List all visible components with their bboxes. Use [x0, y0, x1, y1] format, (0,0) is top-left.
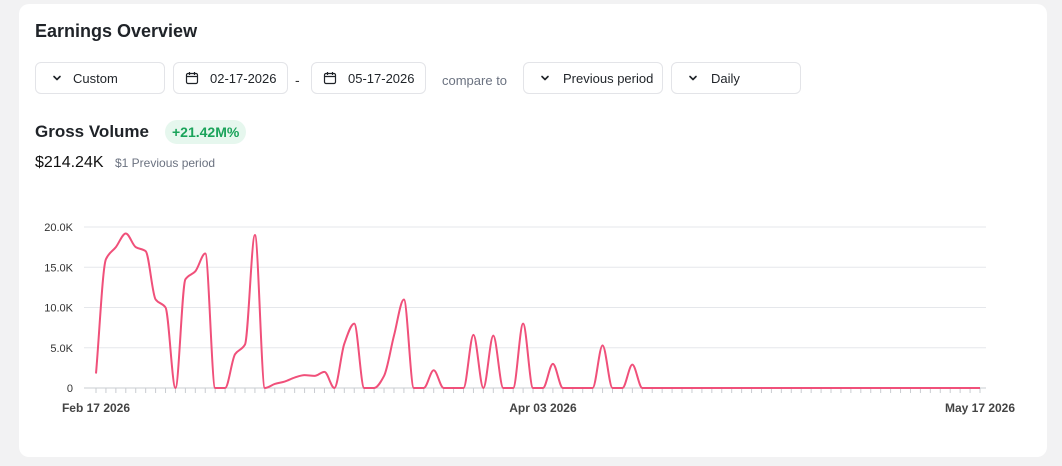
y-tick-label: 10.0K	[44, 303, 73, 315]
x-tick-label: May 17 2026	[945, 401, 1015, 415]
gross-volume-chart: 0 5.0K 10.0K 15.0K 20.0K Feb 17 2026 Apr 03 2…	[44, 222, 1015, 415]
gross-volume-series-line	[95, 232, 980, 389]
x-tick-label: Apr 03 2026	[509, 401, 577, 415]
y-tick-label: 5.0K	[50, 343, 73, 355]
y-tick-label: 20.0K	[44, 222, 73, 234]
x-tick-label: Feb 17 2026	[62, 401, 130, 415]
y-tick-label: 15.0K	[44, 262, 73, 274]
y-tick-label: 0	[67, 383, 73, 395]
